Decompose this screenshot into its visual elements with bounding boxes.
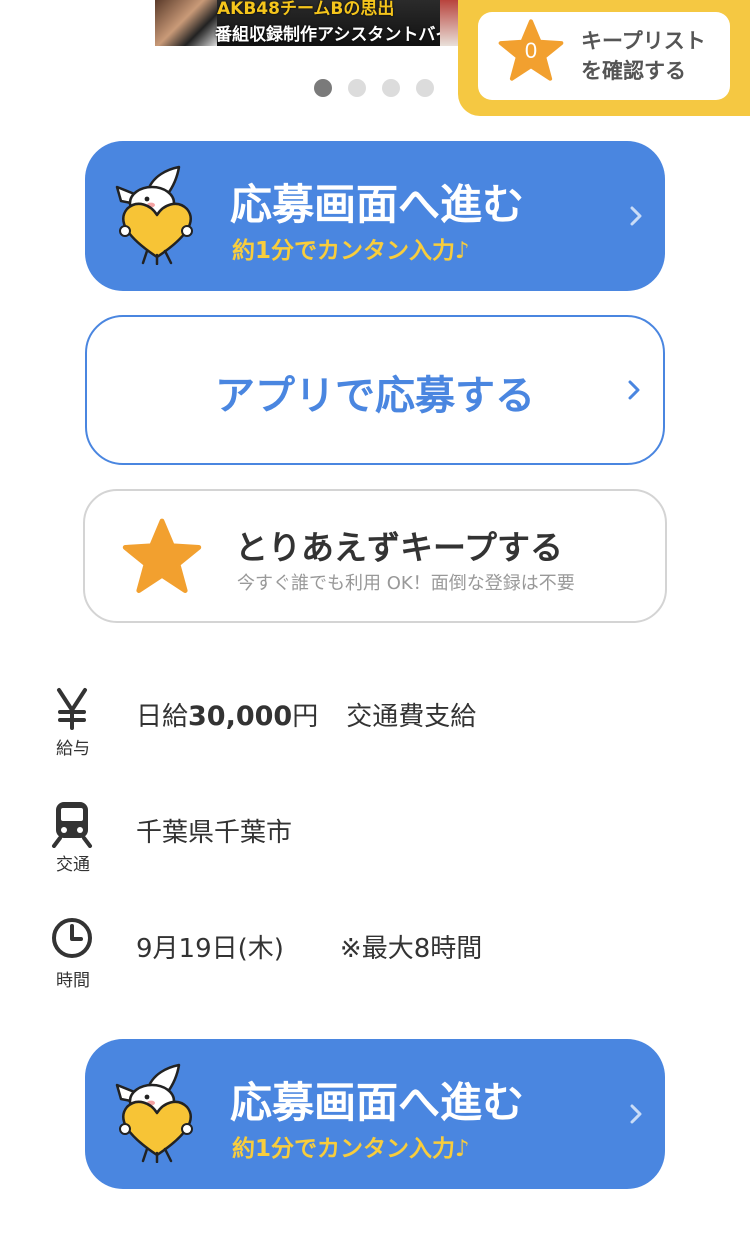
time-date: 9月19日(木) (136, 934, 284, 964)
time-value: 9月19日(木) ※最大8時間 (136, 928, 482, 965)
job-banner-image[interactable]: AKB48チームBの思出 番組収録制作アシスタントバイト (155, 0, 460, 46)
app-apply-label: アプリで応募する (215, 373, 535, 419)
chevron-right-icon (630, 1104, 642, 1124)
clock-icon (52, 918, 92, 958)
keep-list-panel: 0 キープリスト を確認する (458, 0, 750, 116)
chevron-right-icon (628, 380, 640, 400)
salary-value: 日給30,000円 交通費支給 (136, 696, 476, 733)
carousel-dot[interactable] (314, 79, 332, 97)
salary-extra: 交通費支給 (346, 702, 477, 732)
time-note: ※最大8時間 (339, 934, 483, 964)
info-row-time: 時間 9月19日(木) ※最大8時間 (0, 916, 750, 1006)
banner-photo-right (440, 0, 460, 46)
carousel-dot[interactable] (416, 79, 434, 97)
apply-button-bottom[interactable]: 応募画面へ進む 約1分でカンタン入力♪ (85, 1039, 665, 1189)
banner-photo (155, 0, 217, 46)
apply-button-label: 応募画面へ進む (230, 180, 525, 229)
salary-prefix: 日給 (136, 702, 189, 732)
salary-amount: 30,000 (188, 701, 293, 732)
keep-list-label: キープリスト を確認する (581, 26, 721, 86)
keep-button-sublabel: 今すぐ誰でも利用 OK！面倒な登録は不要 (237, 573, 575, 594)
time-caption: 時間 (56, 971, 90, 991)
yen-icon (57, 688, 87, 730)
mascot-heart-icon (115, 165, 193, 265)
keep-count-badge: 0 (524, 38, 538, 63)
apply-button-label: 応募画面へ進む (230, 1078, 525, 1127)
transport-caption: 交通 (56, 855, 90, 875)
salary-unit: 円 (292, 702, 319, 732)
apply-button-sublabel: 約1分でカンタン入力♪ (232, 238, 470, 264)
chevron-right-icon (630, 206, 642, 226)
keep-list-label-line2: を確認する (581, 59, 686, 83)
mascot-heart-icon (115, 1063, 193, 1163)
app-apply-button[interactable]: アプリで応募する (85, 315, 665, 465)
train-icon (52, 802, 92, 848)
transport-value: 千葉県千葉市 (136, 818, 293, 848)
apply-button-sublabel: 約1分でカンタン入力♪ (232, 1136, 470, 1162)
salary-caption: 給与 (56, 739, 90, 759)
info-row-transport: 交通 千葉県千葉市 (0, 800, 750, 890)
carousel-dot[interactable] (382, 79, 400, 97)
banner-headline: AKB48チームBの思出 (217, 0, 395, 19)
carousel-dot[interactable] (348, 79, 366, 97)
keep-button-label: とりあえずキープする (235, 528, 564, 567)
carousel-indicator (314, 79, 434, 97)
keep-list-button[interactable]: 0 キープリスト を確認する (478, 12, 730, 100)
star-icon (122, 518, 202, 593)
keep-button[interactable]: とりあえずキープする 今すぐ誰でも利用 OK！面倒な登録は不要 (83, 489, 667, 623)
info-row-salary: 給与 日給30,000円 交通費支給 (0, 684, 750, 774)
apply-button-top[interactable]: 応募画面へ進む 約1分でカンタン入力♪ (85, 141, 665, 291)
keep-list-label-line1: キープリスト (581, 29, 706, 53)
banner-subheadline: 番組収録制作アシスタントバイト (215, 25, 460, 45)
